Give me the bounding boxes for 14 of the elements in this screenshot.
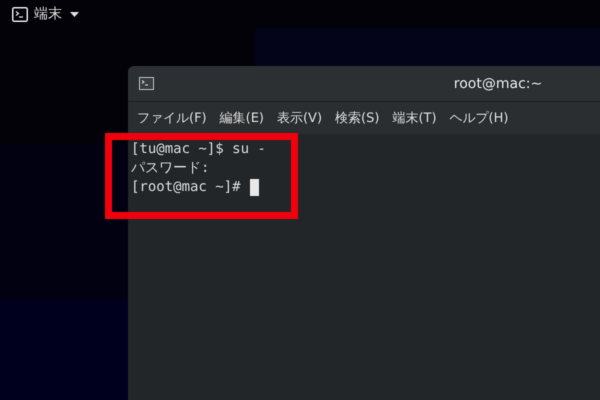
terminal-line: [root@mac ~]# <box>131 178 242 197</box>
menu-item[interactable]: 編集(E) <box>220 109 264 127</box>
caret-icon[interactable] <box>70 12 79 16</box>
menu-item[interactable]: ファイル(F) <box>137 109 207 127</box>
window-title: root@mac:~ <box>452 76 544 92</box>
terminal-icon <box>139 77 154 90</box>
menu-item[interactable]: ヘルプ(H) <box>450 109 508 127</box>
menu-item[interactable]: 端末(T) <box>392 109 437 127</box>
app-menu[interactable]: 端末 <box>34 5 62 23</box>
menu-item[interactable]: 表示(V) <box>276 109 322 127</box>
menu-item[interactable]: 検索(S) <box>335 109 380 127</box>
terminal-line: [tu@mac ~]$ su - <box>131 140 266 159</box>
terminal-icon[interactable] <box>12 6 28 22</box>
terminal-line: パスワード: <box>131 159 210 178</box>
